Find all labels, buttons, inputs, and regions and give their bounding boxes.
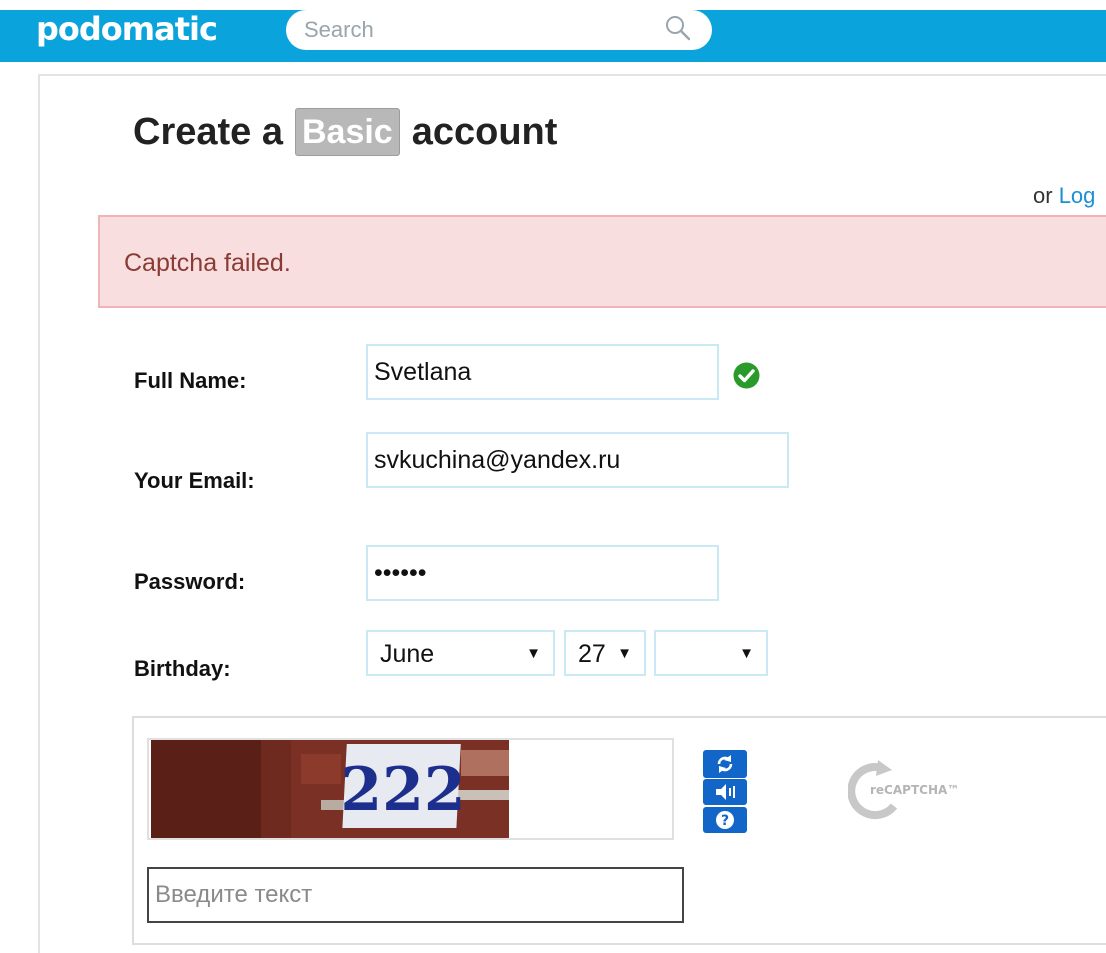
password-label: Password: xyxy=(134,569,246,594)
top-edge xyxy=(0,0,1106,10)
captcha-challenge-text: 222 xyxy=(340,755,465,825)
recaptcha-logo-text: reCAPTCHA™ xyxy=(870,783,959,797)
birthday-month-value: June xyxy=(380,640,435,668)
error-alert: Captcha failed. xyxy=(98,215,1106,308)
full-name-field[interactable] xyxy=(366,344,719,400)
email-field[interactable] xyxy=(366,432,789,488)
birthday-month-select[interactable]: June ▼ xyxy=(366,630,555,676)
search-input[interactable] xyxy=(304,16,644,44)
podomatic-logo[interactable]: podomatic xyxy=(36,10,218,48)
captcha-image: 222 xyxy=(151,740,509,838)
account-type-badge: Basic xyxy=(294,108,400,156)
recaptcha-logo: reCAPTCHA™ xyxy=(848,760,959,819)
search-icon[interactable] xyxy=(664,14,692,42)
login-link[interactable]: Log xyxy=(1059,183,1096,208)
title-suffix: account xyxy=(411,110,558,153)
birthday-year-select[interactable]: ▼ xyxy=(654,630,768,676)
login-prefix: or xyxy=(1033,183,1053,208)
check-circle-icon xyxy=(733,362,760,389)
error-message: Captcha failed. xyxy=(124,249,291,277)
full-name-label: Full Name: xyxy=(134,368,247,393)
search-box xyxy=(286,10,712,50)
page-title: Create a Basic account xyxy=(133,108,557,156)
captcha-response-input[interactable] xyxy=(147,867,684,923)
svg-text:?: ? xyxy=(721,813,729,829)
title-prefix: Create a xyxy=(133,110,283,153)
chevron-down-icon: ▼ xyxy=(739,645,754,662)
chevron-down-icon: ▼ xyxy=(526,645,541,662)
email-label: Your Email: xyxy=(134,468,255,493)
login-prompt: or Log xyxy=(1033,183,1095,209)
birthday-day-value: 27 xyxy=(578,640,606,668)
captcha-audio-button[interactable] xyxy=(703,779,747,805)
birthday-label: Birthday: xyxy=(134,656,231,681)
help-icon: ? xyxy=(716,811,734,829)
captcha-refresh-button[interactable] xyxy=(703,750,747,778)
refresh-icon xyxy=(717,755,733,773)
audio-icon xyxy=(716,784,735,800)
captcha-help-button[interactable]: ? xyxy=(703,807,747,833)
birthday-day-select[interactable]: 27 ▼ xyxy=(564,630,646,676)
chevron-down-icon: ▼ xyxy=(617,645,632,662)
password-field[interactable] xyxy=(366,545,719,601)
content-frame-top xyxy=(38,74,1106,76)
content-frame-left xyxy=(38,74,40,953)
